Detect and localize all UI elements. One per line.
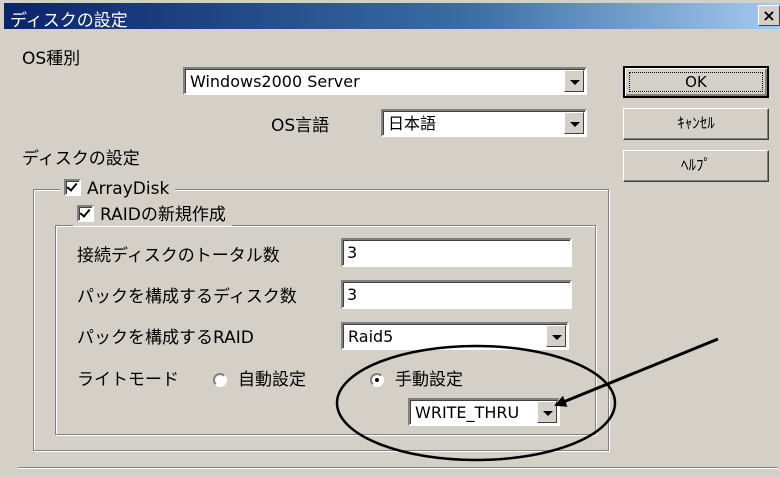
- annotation-overlay: [335, 337, 719, 462]
- annotation-arrow: [554, 337, 719, 407]
- disk-settings-dialog: ディスクの設定 × OS種別 Windows2000 Server OS言語 日…: [0, 0, 780, 477]
- highlight-ellipse: [335, 344, 617, 462]
